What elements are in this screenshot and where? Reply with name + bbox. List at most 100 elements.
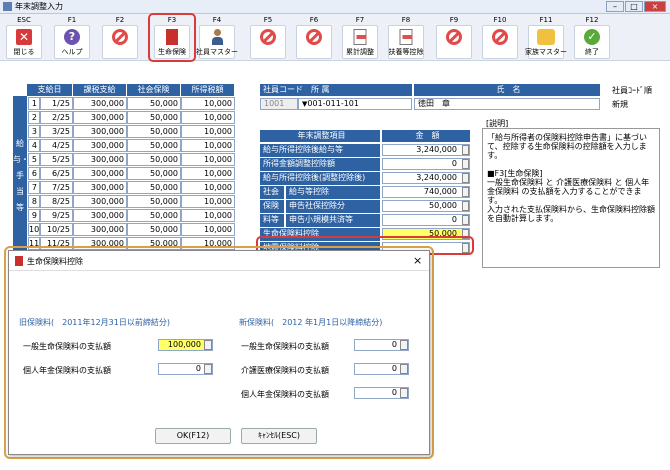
- pay-date-cell[interactable]: 8/25: [40, 195, 73, 208]
- fkey-f8-button[interactable]: F8 扶養等控除: [384, 16, 428, 60]
- row-index: 3: [28, 125, 40, 138]
- calculator-icon[interactable]: [462, 145, 469, 155]
- income-tax-cell[interactable]: 10,000: [181, 181, 235, 194]
- income-tax-cell[interactable]: 10,000: [181, 209, 235, 222]
- taxable-pay-cell[interactable]: 300,000: [73, 167, 127, 180]
- row-index: 5: [28, 153, 40, 166]
- fkey-f4-button[interactable]: F4 社員マスター: [195, 16, 239, 60]
- calculator-icon[interactable]: [400, 388, 408, 398]
- calculator-icon[interactable]: [400, 340, 408, 350]
- maximize-button[interactable]: □: [625, 1, 643, 12]
- person-icon: [211, 29, 223, 45]
- pay-date-cell[interactable]: 9/25: [40, 209, 73, 222]
- income-tax-cell[interactable]: 10,000: [181, 111, 235, 124]
- adjust-item-label: 給与等控除: [286, 186, 380, 199]
- employee-name-field[interactable]: 徳田 章: [414, 98, 600, 110]
- adjust-amount-field[interactable]: 50,000: [382, 200, 470, 212]
- prohibited-icon: [492, 29, 508, 45]
- taxable-pay-cell[interactable]: 300,000: [73, 181, 127, 194]
- income-tax-cell[interactable]: 10,000: [181, 223, 235, 236]
- pay-date-cell[interactable]: 1/25: [40, 97, 73, 110]
- fkey-f7-button[interactable]: F7 累計調整: [338, 16, 382, 60]
- fkey-f6-button[interactable]: F6: [292, 16, 336, 60]
- window-title: 年末調整入力: [15, 2, 63, 11]
- fkey-f11-button[interactable]: F11 家族マスター: [524, 16, 568, 60]
- taxable-pay-cell[interactable]: 300,000: [73, 125, 127, 138]
- adjust-amount-field[interactable]: 740,000: [382, 186, 470, 198]
- social-insurance-cell[interactable]: 50,000: [127, 209, 181, 222]
- social-insurance-cell[interactable]: 50,000: [127, 223, 181, 236]
- taxable-pay-cell[interactable]: 300,000: [73, 223, 127, 236]
- ok-button[interactable]: OK(F12): [155, 428, 231, 444]
- social-insurance-cell[interactable]: 50,000: [127, 97, 181, 110]
- taxable-pay-cell[interactable]: 300,000: [73, 195, 127, 208]
- prohibited-icon: [446, 29, 462, 45]
- adjust-amount-field[interactable]: 3,240,000: [382, 172, 470, 184]
- calculator-icon[interactable]: [462, 187, 469, 197]
- adjust-amount-field[interactable]: 0: [382, 214, 470, 226]
- close-button[interactable]: ×: [644, 1, 666, 12]
- calculator-icon[interactable]: [204, 364, 212, 374]
- calculator-icon[interactable]: [462, 173, 469, 183]
- payment-amount-field[interactable]: 100,000: [158, 339, 213, 351]
- minimize-button[interactable]: –: [606, 1, 624, 12]
- fkey-f1-button[interactable]: F1? ヘルプ: [50, 16, 94, 60]
- taxable-pay-cell[interactable]: 300,000: [73, 209, 127, 222]
- row-index: 7: [28, 181, 40, 194]
- employee-code-field[interactable]: 1001: [260, 98, 298, 110]
- social-insurance-cell[interactable]: 50,000: [127, 153, 181, 166]
- fkey-f12-button[interactable]: F12 ✓ 終了: [570, 16, 614, 60]
- app-icon: [3, 2, 12, 11]
- pay-date-cell[interactable]: 6/25: [40, 167, 73, 180]
- pay-date-cell[interactable]: 4/25: [40, 139, 73, 152]
- social-insurance-cell[interactable]: 50,000: [127, 167, 181, 180]
- taxable-pay-cell[interactable]: 300,000: [73, 111, 127, 124]
- pay-date-cell[interactable]: 2/25: [40, 111, 73, 124]
- taxable-pay-cell[interactable]: 300,000: [73, 139, 127, 152]
- pay-date-cell[interactable]: 10/25: [40, 223, 73, 236]
- payment-amount-field[interactable]: 0: [354, 363, 409, 375]
- calculator-icon[interactable]: [462, 215, 469, 225]
- income-tax-cell[interactable]: 10,000: [181, 153, 235, 166]
- row-index: 6: [28, 167, 40, 180]
- payment-amount-field[interactable]: 0: [158, 363, 213, 375]
- payment-amount-field[interactable]: 0: [354, 339, 409, 351]
- code-label: 社員コード: [263, 85, 303, 94]
- taxable-pay-cell[interactable]: 300,000: [73, 97, 127, 110]
- adjust-amount-field[interactable]: 3,240,000: [382, 144, 470, 156]
- fkey-f10-button[interactable]: F10: [478, 16, 522, 60]
- social-insurance-cell[interactable]: 50,000: [127, 181, 181, 194]
- name-header: 氏 名: [414, 84, 600, 96]
- calculator-icon[interactable]: [204, 340, 212, 350]
- calculator-icon[interactable]: [462, 159, 469, 169]
- payment-amount-field[interactable]: 0: [354, 387, 409, 399]
- explanation-panel: 「給与所得者の保険料控除申告書」に基づいて、控除する生命保険料の控除額を入力しま…: [482, 128, 660, 268]
- fkey-f2-button[interactable]: F2: [98, 16, 142, 60]
- taxable-pay-cell[interactable]: 300,000: [73, 153, 127, 166]
- income-tax-cell[interactable]: 10,000: [181, 195, 235, 208]
- department-select[interactable]: ▼001-011-101: [298, 98, 412, 110]
- income-tax-cell[interactable]: 10,000: [181, 167, 235, 180]
- fkey-f9-button[interactable]: F9: [432, 16, 476, 60]
- calculator-icon[interactable]: [462, 201, 469, 211]
- pay-date-cell[interactable]: 5/25: [40, 153, 73, 166]
- cancel-button[interactable]: ｷｬﾝｾﾙ(ESC): [241, 428, 317, 444]
- calculator-icon[interactable]: [400, 364, 408, 374]
- row-index: 4: [28, 139, 40, 152]
- social-insurance-cell[interactable]: 50,000: [127, 195, 181, 208]
- fkey-face: 扶養等控除: [388, 25, 424, 59]
- adjust-amount-field[interactable]: 0: [382, 158, 470, 170]
- fkey-f5-button[interactable]: F5: [246, 16, 290, 60]
- pay-date-cell[interactable]: 3/25: [40, 125, 73, 138]
- income-tax-cell[interactable]: 10,000: [181, 125, 235, 138]
- dialog-close-icon[interactable]: ×: [413, 254, 422, 267]
- income-tax-cell[interactable]: 10,000: [181, 97, 235, 110]
- social-insurance-cell[interactable]: 50,000: [127, 111, 181, 124]
- payment-value: 0: [391, 364, 397, 373]
- pay-date-cell[interactable]: 7/25: [40, 181, 73, 194]
- social-insurance-cell[interactable]: 50,000: [127, 125, 181, 138]
- amount-value: 3,240,000: [416, 145, 457, 154]
- fkey-esc-button[interactable]: ESC ✕ 閉じる: [2, 16, 46, 60]
- social-insurance-cell[interactable]: 50,000: [127, 139, 181, 152]
- income-tax-cell[interactable]: 10,000: [181, 139, 235, 152]
